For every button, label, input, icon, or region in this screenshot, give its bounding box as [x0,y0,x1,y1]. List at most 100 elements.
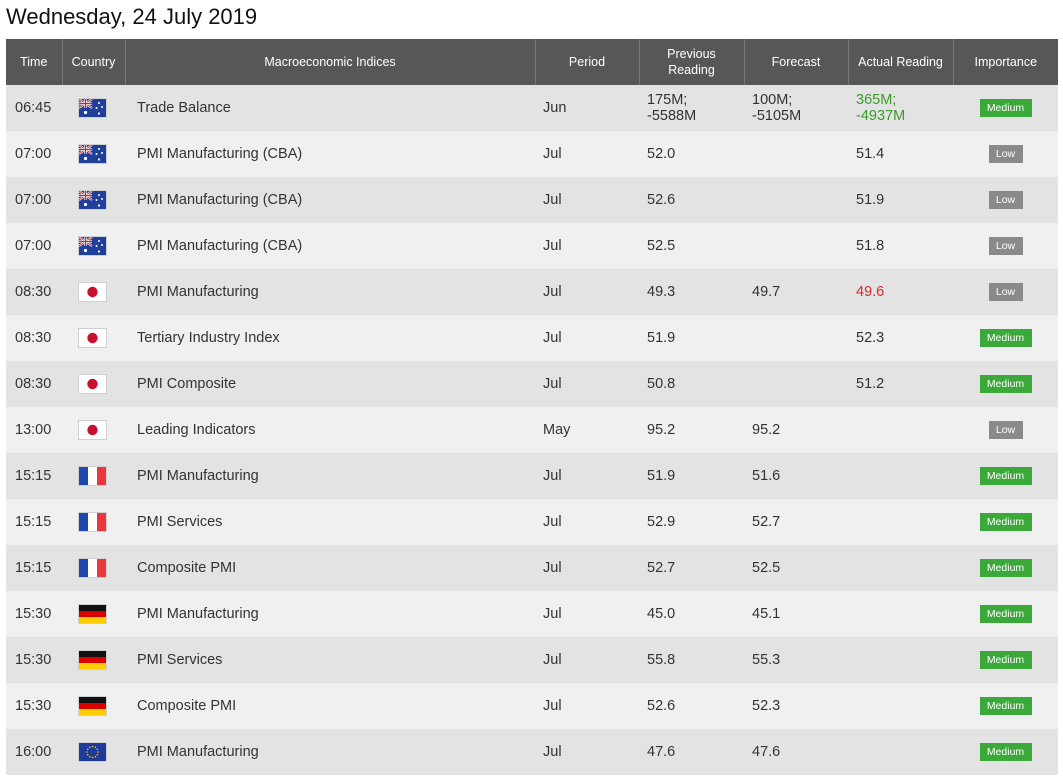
row-index-name: Leading Indicators [125,407,535,453]
table-row[interactable]: 15:30 Composite PMI Jul 52.6 52.3 Medium [6,683,1058,729]
row-importance: Medium [953,361,1058,407]
header-period[interactable]: Period [535,39,640,85]
header-importance[interactable]: Importance [953,39,1058,85]
row-forecast [744,315,848,361]
row-forecast-value: 47.6 [752,744,781,760]
row-index-name: Trade Balance [125,85,535,131]
row-index-name: PMI Manufacturing (CBA) [125,177,535,223]
table-row[interactable]: 06:45 Trade Balance Jun 175M; -5588M 100M; -51… [6,85,1058,131]
table-row[interactable]: 15:30 PMI Manufacturing Jul 45.0 45.1 Medium [6,591,1058,637]
row-forecast: 100M; -5105M [744,85,848,131]
row-previous-value: 95.2 [647,422,676,438]
row-previous: 52.5 [639,223,744,269]
row-country [62,637,125,683]
table-row[interactable]: 15:15 Composite PMI Jul 52.7 52.5 Medium [6,545,1058,591]
importance-badge: Medium [979,467,1032,485]
row-country [62,683,125,729]
row-previous-value: 50.8 [647,376,676,392]
row-time: 15:30 [6,683,62,729]
row-country [62,361,125,407]
row-time: 15:15 [6,545,62,591]
row-actual-value: 51.4 [856,146,885,162]
importance-badge: Low [988,191,1023,209]
row-actual [848,499,953,545]
table-row[interactable]: 07:00 PMI Manufacturing (CBA) Jul 52.5 51.8 L… [6,223,1058,269]
australia-flag-icon [79,99,106,117]
australia-flag-icon [79,191,106,209]
row-previous-value: 52.0 [647,146,676,162]
row-forecast: 55.3 [744,637,848,683]
row-forecast-value: 100M; [752,92,793,108]
table-row[interactable]: 07:00 PMI Manufacturing (CBA) Jul 52.0 51.4 L… [6,131,1058,177]
row-period: Jul [535,729,639,775]
header-indices[interactable]: Macroeconomic Indices [125,39,536,85]
row-forecast [744,223,848,269]
row-period: Jul [535,131,639,177]
table-row[interactable]: 16:00 PMI Manufacturing Jul 47.6 47.6 Medium [6,729,1058,775]
header-forecast[interactable]: Forecast [744,39,849,85]
row-forecast: 52.3 [744,683,848,729]
row-previous: 49.3 [639,269,744,315]
row-previous-value: 51.9 [647,468,676,484]
france-flag-icon [79,513,106,531]
row-index-name: PMI Manufacturing (CBA) [125,131,535,177]
importance-badge: Low [988,145,1023,163]
row-actual-value: 51.8 [856,238,885,254]
row-actual: 51.9 [848,177,953,223]
importance-badge: Medium [979,329,1032,347]
table-row[interactable]: 08:30 Tertiary Industry Index Jul 51.9 52.3 M… [6,315,1058,361]
germany-flag-icon [79,697,106,715]
importance-badge: Medium [979,697,1032,715]
table-row[interactable]: 07:00 PMI Manufacturing (CBA) Jul 52.6 51.9 L… [6,177,1058,223]
row-period: Jul [535,223,639,269]
row-previous: 52.7 [639,545,744,591]
header-actual[interactable]: Actual Reading [848,39,954,85]
row-actual: 51.4 [848,131,953,177]
row-period: Jul [535,499,639,545]
table-row[interactable]: 08:30 PMI Manufacturing Jul 49.3 49.7 49.6 Low [6,269,1058,315]
row-time: 15:30 [6,637,62,683]
row-importance: Medium [953,729,1058,775]
table-row[interactable]: 08:30 PMI Composite Jul 50.8 51.2 Medium [6,361,1058,407]
row-actual [848,407,953,453]
row-previous: 55.8 [639,637,744,683]
table-header-row: Time Country Macroeconomic Indices Perio… [6,39,1058,85]
row-actual-value: 52.3 [856,330,885,346]
row-forecast-value: 45.1 [752,606,781,622]
header-country[interactable]: Country [62,39,126,85]
row-previous: 47.6 [639,729,744,775]
row-importance: Low [953,131,1058,177]
header-time[interactable]: Time [6,39,63,85]
row-country [62,591,125,637]
table-row[interactable]: 15:15 PMI Manufacturing Jul 51.9 51.6 Medium [6,453,1058,499]
row-index-name: PMI Services [125,637,535,683]
row-period: Jul [535,315,639,361]
row-country [62,131,125,177]
row-actual-value-2: -4937M [856,108,906,124]
header-previous[interactable]: Previous Reading [639,39,745,85]
table-row[interactable]: 13:00 Leading Indicators May 95.2 95.2 Low [6,407,1058,453]
japan-flag-icon [79,283,106,301]
row-actual-value: 49.6 [856,284,885,300]
row-time: 07:00 [6,131,62,177]
row-index-name: Tertiary Industry Index [125,315,535,361]
row-forecast-value: 49.7 [752,284,781,300]
japan-flag-icon [79,375,106,393]
table-row[interactable]: 15:30 PMI Services Jul 55.8 55.3 Medium [6,637,1058,683]
row-previous: 95.2 [639,407,744,453]
row-previous-value: 175M; [647,92,688,108]
importance-badge: Medium [979,375,1032,393]
row-importance: Medium [953,545,1058,591]
row-forecast [744,361,848,407]
row-actual [848,545,953,591]
row-importance: Medium [953,315,1058,361]
row-actual [848,729,953,775]
row-forecast-value: 52.3 [752,698,781,714]
table-row[interactable]: 15:15 PMI Services Jul 52.9 52.7 Medium [6,499,1058,545]
row-period: Jul [535,591,639,637]
row-index-name: PMI Composite [125,361,535,407]
row-previous-value: 52.5 [647,238,676,254]
page-title: Wednesday, 24 July 2019 [6,4,258,29]
row-time: 08:30 [6,361,62,407]
importance-badge: Medium [979,559,1032,577]
